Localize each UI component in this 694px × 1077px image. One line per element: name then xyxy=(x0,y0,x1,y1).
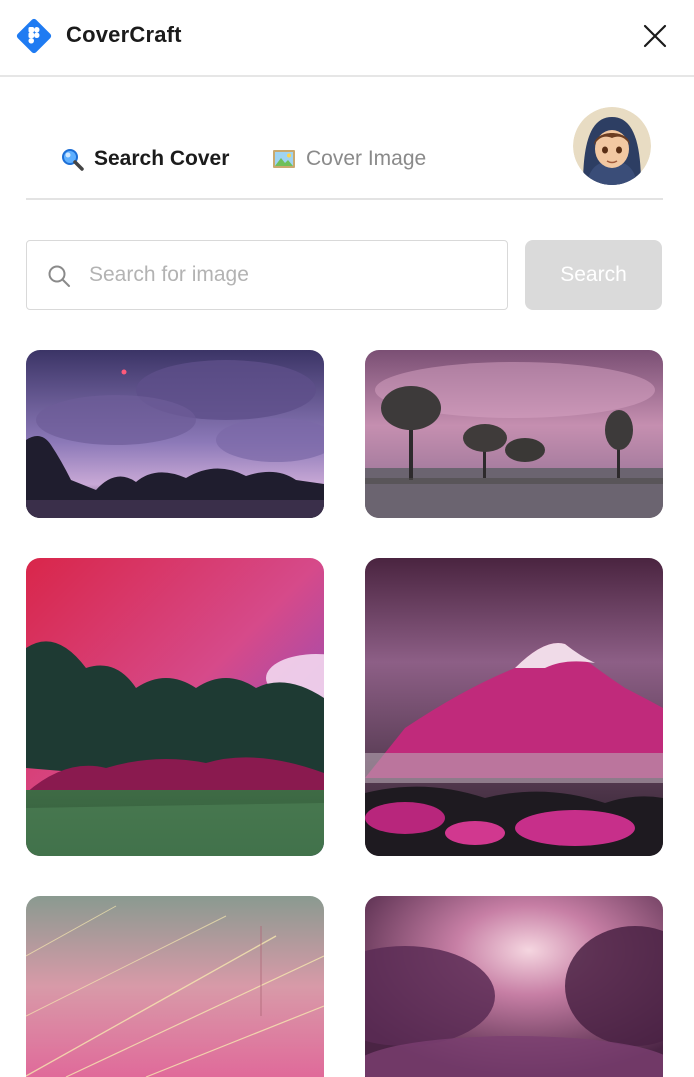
app-title: CoverCraft xyxy=(66,22,182,47)
magnifier-emoji-icon xyxy=(62,149,84,171)
avatar[interactable] xyxy=(573,107,651,185)
tab-bar: Search Cover Cover Image xyxy=(26,100,663,200)
tab-cover-image-label: Cover Image xyxy=(306,147,427,170)
result-image-pink-sky-savanna[interactable] xyxy=(365,350,663,518)
app-header: CoverCraft xyxy=(0,0,694,77)
search-field[interactable] xyxy=(26,240,508,310)
tab-search-cover[interactable]: Search Cover xyxy=(60,144,229,174)
tab-cover-image[interactable]: Cover Image xyxy=(272,144,426,174)
framed-picture-emoji-icon xyxy=(273,150,295,168)
figma-logo-icon xyxy=(16,18,52,54)
tab-search-cover-label: Search Cover xyxy=(94,147,230,170)
result-image-magenta-forest-meadow[interactable] xyxy=(26,558,324,856)
search-icon xyxy=(48,265,70,287)
search-button[interactable]: Search xyxy=(525,240,662,310)
result-image-pink-mountain-lake[interactable] xyxy=(365,558,663,856)
result-image-pink-sky-streaks[interactable] xyxy=(26,896,324,1077)
result-image-purple-clouds-sky[interactable] xyxy=(365,896,663,1077)
result-image-purple-night-forest[interactable] xyxy=(26,350,324,518)
search-input[interactable] xyxy=(89,241,499,308)
close-icon[interactable] xyxy=(638,19,672,53)
